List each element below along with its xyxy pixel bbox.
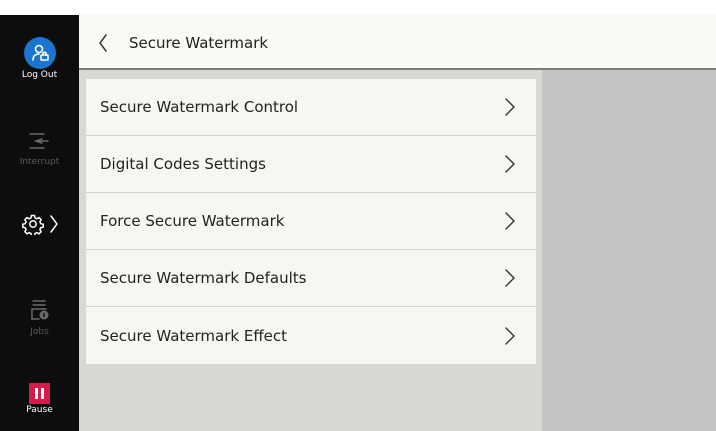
menu-item-digital-codes-settings[interactable]: Digital Codes Settings (86, 136, 536, 193)
logout-button[interactable]: Log Out (0, 37, 79, 81)
sidebar: Log Out Interrupt Jobs Pause (0, 15, 79, 431)
gear-icon (21, 213, 44, 235)
chevron-right-icon (504, 97, 516, 117)
chevron-right-icon (504, 268, 516, 288)
interrupt-icon (28, 130, 52, 156)
menu-item-label: Digital Codes Settings (100, 155, 266, 173)
chevron-right-icon (504, 211, 516, 231)
chevron-right-icon (49, 214, 58, 234)
logout-label: Log Out (21, 70, 58, 80)
device-settings-button[interactable] (0, 209, 79, 239)
interrupt-label: Interrupt (19, 157, 60, 167)
page-title: Secure Watermark (129, 34, 269, 52)
jobs-icon (29, 298, 51, 326)
settings-menu: Secure Watermark Control Digital Codes S… (86, 79, 536, 364)
user-icon (23, 37, 56, 69)
menu-item-label: Secure Watermark Defaults (100, 269, 307, 287)
chevron-right-icon (504, 154, 516, 174)
header-bar: Secure Watermark (79, 15, 716, 70)
menu-item-label: Secure Watermark Effect (100, 326, 288, 345)
menu-item-force-secure-watermark[interactable]: Force Secure Watermark (86, 193, 536, 250)
jobs-button[interactable]: Jobs (0, 298, 79, 338)
interrupt-button[interactable]: Interrupt (0, 130, 79, 168)
menu-item-secure-watermark-effect[interactable]: Secure Watermark Effect (86, 307, 536, 364)
menu-item-label: Force Secure Watermark (100, 212, 285, 230)
menu-item-secure-watermark-control[interactable]: Secure Watermark Control (86, 79, 536, 136)
chevron-right-icon (504, 326, 516, 346)
right-pane (542, 70, 716, 431)
jobs-label: Jobs (30, 327, 49, 337)
pause-button[interactable]: Pause (0, 383, 79, 416)
pause-icon (29, 383, 50, 404)
chevron-left-icon (98, 33, 108, 53)
menu-item-secure-watermark-defaults[interactable]: Secure Watermark Defaults (86, 250, 536, 307)
pause-label: Pause (26, 405, 53, 415)
back-button[interactable] (95, 32, 111, 54)
menu-item-label: Secure Watermark Control (100, 98, 299, 116)
